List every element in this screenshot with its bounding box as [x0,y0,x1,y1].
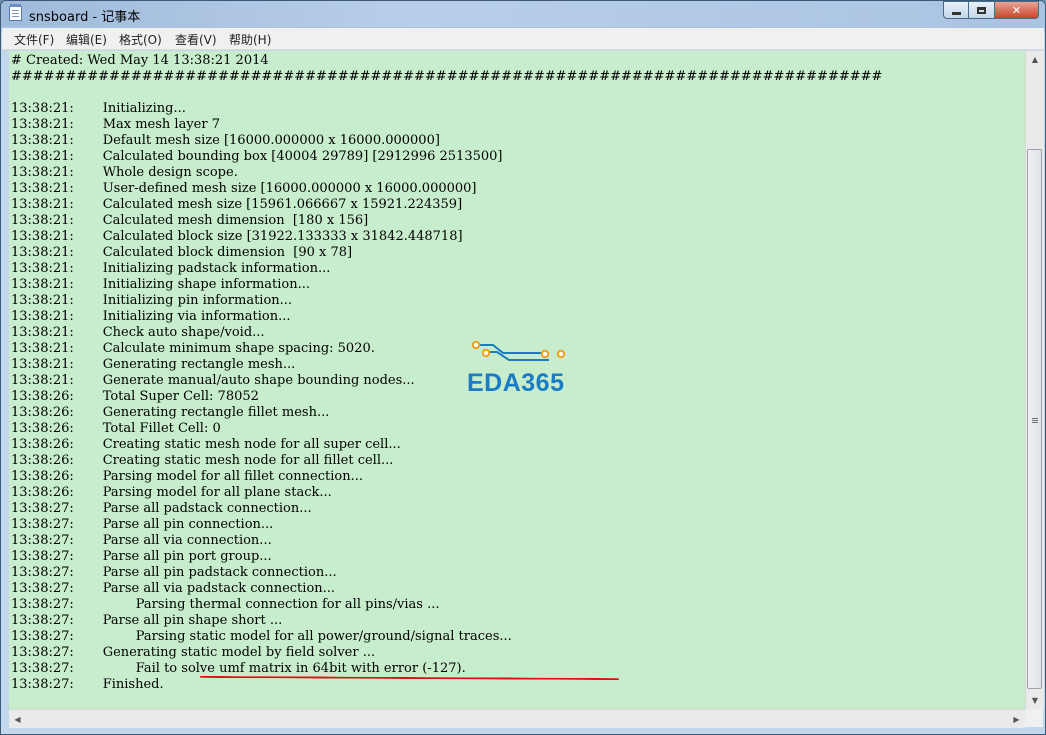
notepad-icon[interactable] [9,4,22,21]
menu-view[interactable]: 查看(V) [175,31,217,48]
size-grip[interactable] [1025,709,1043,727]
vertical-scrollbar[interactable]: ▲ ▼ [1025,51,1044,709]
minimize-icon [951,11,961,15]
horizontal-scrollbar[interactable]: ◀ ▶ [9,709,1025,728]
eda365-watermark: EDA365 [467,339,582,399]
vertical-scroll-thumb[interactable] [1027,149,1042,689]
close-icon: ✕ [1011,3,1022,17]
circuit-trace-icon [471,340,566,361]
minimize-button[interactable] [943,1,969,19]
menu-help[interactable]: 帮助(H) [229,31,271,48]
window-title: snsboard - 记事本 [29,10,141,25]
grip-icon [1032,418,1038,419]
title-bar[interactable]: snsboard - 记事本 ✕ [1,1,1045,27]
scroll-left-arrow-icon[interactable]: ◀ [9,710,26,728]
menu-file[interactable]: 文件(F) [14,31,54,48]
maximize-button[interactable] [969,1,995,19]
scroll-down-arrow-icon[interactable]: ▼ [1026,692,1044,709]
close-button[interactable]: ✕ [995,1,1039,19]
notepad-window: snsboard - 记事本 ✕ 文件(F) 编辑(E) 格式(O) 查看(V)… [0,0,1046,735]
log-text[interactable]: # Created: Wed May 14 13:38:21 2014 ####… [11,53,882,693]
menu-format[interactable]: 格式(O) [119,31,162,48]
scroll-right-arrow-icon[interactable]: ▶ [1008,710,1025,728]
maximize-icon [977,6,986,14]
menu-bar: 文件(F) 编辑(E) 格式(O) 查看(V) 帮助(H) [2,28,1044,50]
caption-buttons: ✕ [943,1,1039,20]
watermark-text: EDA365 [467,369,565,397]
scroll-up-arrow-icon[interactable]: ▲ [1026,51,1044,68]
menu-edit[interactable]: 编辑(E) [66,31,107,48]
